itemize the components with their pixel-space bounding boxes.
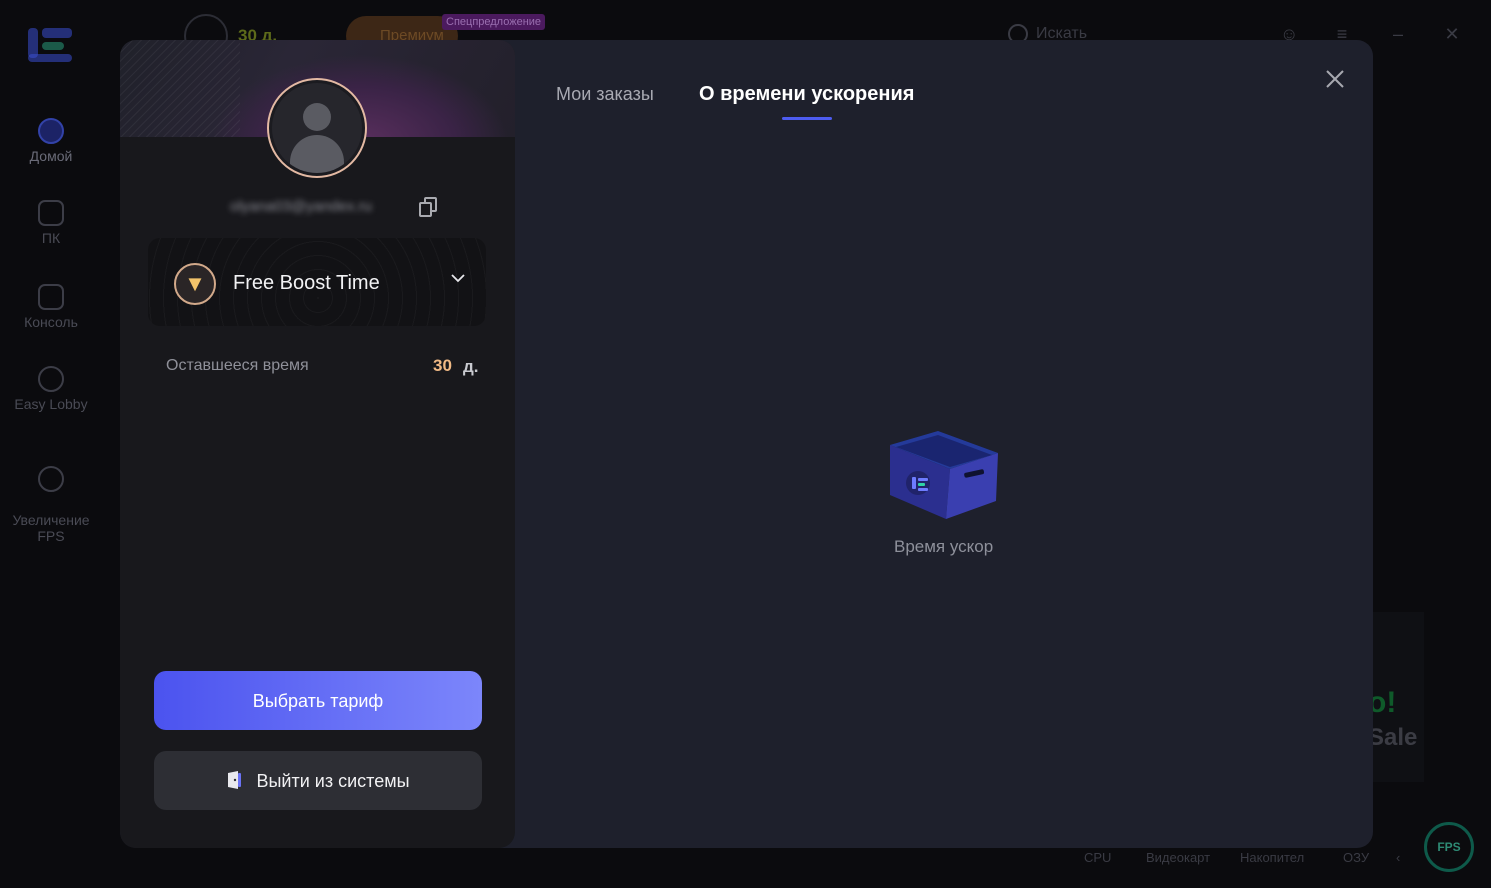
empty-box-icon bbox=[890, 431, 998, 519]
user-email: olyana03@yandex.ru bbox=[230, 198, 372, 215]
chevron-left-icon[interactable]: ‹ bbox=[1396, 850, 1400, 865]
empty-state-text: Время ускор bbox=[894, 537, 994, 556]
sidebar-item-label: Easy Lobby bbox=[14, 396, 88, 412]
stat-gpu: Видеокарт bbox=[1146, 850, 1211, 865]
remaining-time-value: 30 bbox=[433, 356, 452, 375]
app-logo bbox=[28, 26, 76, 64]
profile-avatar[interactable] bbox=[267, 78, 367, 178]
sidebar-item-label: Увеличение FPS bbox=[12, 512, 90, 544]
plan-name: Free Boost Time bbox=[233, 272, 380, 294]
stat-ram: ОЗУ bbox=[1343, 850, 1370, 865]
copy-icon[interactable] bbox=[419, 197, 437, 217]
sidebar-item-console[interactable]: Консоль bbox=[0, 284, 102, 330]
home-icon bbox=[38, 118, 64, 144]
plan-selector[interactable]: ▼ Free Boost Time bbox=[148, 238, 486, 326]
crosshair-icon bbox=[38, 366, 64, 392]
stat-cpu: CPU bbox=[1084, 850, 1112, 865]
active-tab-indicator bbox=[782, 117, 832, 120]
sidebar-item-home[interactable]: Домой bbox=[0, 118, 102, 164]
promo-banner[interactable]: o! Sale bbox=[1368, 612, 1424, 782]
sidebar-item-easy-lobby[interactable]: Easy Lobby bbox=[0, 366, 102, 412]
tab-my-orders[interactable]: Мои заказы bbox=[556, 84, 654, 105]
app-sidebar: Домой ПК Консоль Easy Lobby Увеличение F… bbox=[0, 0, 102, 888]
sidebar-item-label: ПК bbox=[41, 230, 61, 246]
tab-boost-time[interactable]: О времени ускорения bbox=[699, 83, 914, 106]
special-offer-badge: Спецпредложение bbox=[442, 14, 546, 30]
logout-icon bbox=[228, 771, 242, 790]
gamepad-icon bbox=[38, 284, 64, 310]
sidebar-item-label: Консоль bbox=[24, 314, 78, 330]
stat-storage: Накопител bbox=[1240, 850, 1305, 865]
sidebar-item-label: Домой bbox=[29, 148, 73, 164]
remaining-time-unit: д. bbox=[463, 357, 479, 376]
choose-plan-button[interactable]: Выбрать тариф bbox=[154, 671, 482, 730]
account-modal: olyana03@yandex.ru ▼ Free Boost Time Ост… bbox=[120, 40, 1373, 848]
chevron-down-icon bbox=[451, 274, 465, 283]
remaining-time-label: Оставшееся время bbox=[166, 357, 309, 374]
sidebar-item-pc[interactable]: ПК bbox=[0, 200, 102, 246]
profile-panel: olyana03@yandex.ru ▼ Free Boost Time Ост… bbox=[120, 40, 515, 848]
logout-button[interactable]: Выйти из системы bbox=[154, 751, 482, 810]
monitor-icon bbox=[38, 200, 64, 226]
sidebar-item-fps-boost[interactable]: Увеличение FPS bbox=[0, 450, 102, 544]
diamond-icon: ▼ bbox=[174, 263, 216, 305]
fps-badge[interactable]: FPS bbox=[1424, 822, 1474, 872]
window-close-icon[interactable]: ✕ bbox=[1444, 25, 1460, 43]
speedometer-icon bbox=[38, 466, 64, 492]
close-icon[interactable] bbox=[1324, 68, 1346, 90]
minimize-icon[interactable]: – bbox=[1390, 25, 1406, 43]
